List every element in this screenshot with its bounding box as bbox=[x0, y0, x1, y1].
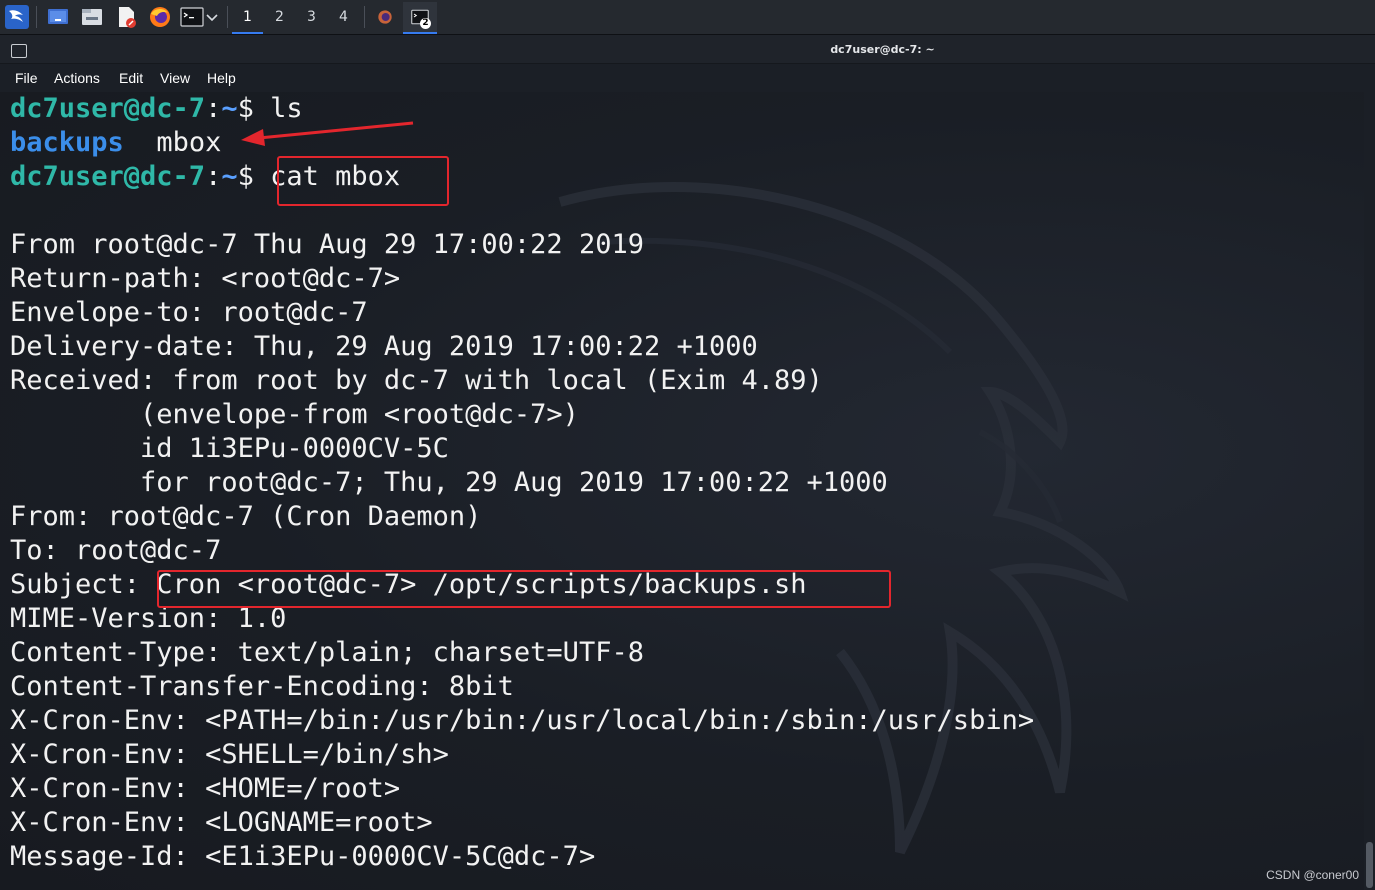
kali-menu-icon[interactable] bbox=[5, 5, 29, 29]
prompt-user: dc7user@dc-7 bbox=[10, 161, 206, 192]
firefox-icon[interactable] bbox=[148, 5, 172, 29]
prompt-sep: : bbox=[205, 93, 222, 124]
menu-help[interactable]: Help bbox=[207, 70, 236, 86]
watermark: CSDN @coner00 bbox=[1266, 868, 1359, 882]
mail-line: Envelope-to: root@dc-7 bbox=[10, 297, 368, 328]
window-titlebar[interactable]: dc7user@dc-7: ~ bbox=[0, 35, 1375, 64]
terminal-area[interactable]: dc7user@dc-7:~$ ls backups mbox dc7user@… bbox=[0, 92, 1364, 890]
menu-view[interactable]: View bbox=[160, 70, 190, 86]
mail-line: From: root@dc-7 (Cron Daemon) bbox=[10, 501, 482, 532]
menu-file[interactable]: File bbox=[15, 70, 38, 86]
file-manager-icon[interactable] bbox=[80, 5, 104, 29]
mail-line: Content-Type: text/plain; charset=UTF-8 bbox=[10, 637, 644, 668]
task-terminal[interactable]: 2 bbox=[403, 2, 437, 34]
prompt-sep: : bbox=[205, 161, 222, 192]
mail-line: To: root@dc-7 bbox=[10, 535, 222, 566]
mail-line: X-Cron-Env: <HOME=/root> bbox=[10, 773, 401, 804]
prompt-path: ~ bbox=[221, 161, 238, 192]
red-arrow-icon bbox=[241, 121, 414, 146]
mail-line: Content-Transfer-Encoding: 8bit bbox=[10, 671, 514, 702]
terminal-icon[interactable] bbox=[180, 5, 204, 29]
ls-output: backups mbox bbox=[10, 126, 221, 160]
mail-line: Delivery-date: Thu, 29 Aug 2019 17:00:22… bbox=[10, 331, 758, 362]
firefox-task-icon bbox=[378, 10, 392, 24]
mail-line: Message-Id: <E1i3EPu-0000CV-5C@dc-7> bbox=[10, 841, 596, 872]
terminal-scrollbar[interactable] bbox=[1364, 92, 1375, 890]
workspace-1[interactable]: 1 bbox=[232, 0, 263, 34]
workspace-4[interactable]: 4 bbox=[328, 0, 359, 34]
highlight-subject bbox=[157, 570, 891, 608]
show-desktop-icon[interactable] bbox=[46, 5, 70, 29]
task-count-badge: 2 bbox=[420, 18, 431, 29]
prompt-user: dc7user@dc-7 bbox=[10, 93, 206, 124]
taskbar: 1 2 3 4 2 bbox=[0, 0, 1375, 35]
chevron-down-icon[interactable] bbox=[204, 5, 220, 29]
scrollbar-thumb[interactable] bbox=[1366, 842, 1373, 888]
ls-file-mbox: mbox bbox=[156, 127, 222, 158]
mail-line: X-Cron-Env: <SHELL=/bin/sh> bbox=[10, 739, 449, 770]
mail-line: Return-path: <root@dc-7> bbox=[10, 263, 401, 294]
workspace-3[interactable]: 3 bbox=[296, 0, 327, 34]
task-firefox[interactable] bbox=[371, 2, 399, 32]
highlight-cat-command bbox=[277, 156, 449, 206]
mail-line: for root@dc-7; Thu, 29 Aug 2019 17:00:22… bbox=[10, 467, 888, 498]
mail-line: From root@dc-7 Thu Aug 29 17:00:22 2019 bbox=[10, 229, 644, 260]
workspace-2[interactable]: 2 bbox=[264, 0, 295, 34]
mail-line: (envelope-from <root@dc-7>) bbox=[10, 399, 579, 430]
menu-edit[interactable]: Edit bbox=[119, 70, 143, 86]
mail-line: Received: from root by dc-7 with local (… bbox=[10, 365, 823, 396]
text-editor-icon[interactable] bbox=[114, 5, 138, 29]
window-title: dc7user@dc-7: ~ bbox=[830, 43, 935, 56]
mail-line: id 1i3EPu-0000CV-5C bbox=[10, 433, 449, 464]
menu-actions[interactable]: Actions bbox=[54, 70, 100, 86]
prompt-symbol: $ bbox=[237, 161, 271, 192]
mail-line: X-Cron-Env: <PATH=/bin:/usr/bin:/usr/loc… bbox=[10, 705, 1035, 736]
menubar: File Actions Edit View Help bbox=[0, 64, 1375, 92]
ls-dir-backups: backups bbox=[10, 127, 124, 158]
mail-line: X-Cron-Env: <LOGNAME=root> bbox=[10, 807, 433, 838]
